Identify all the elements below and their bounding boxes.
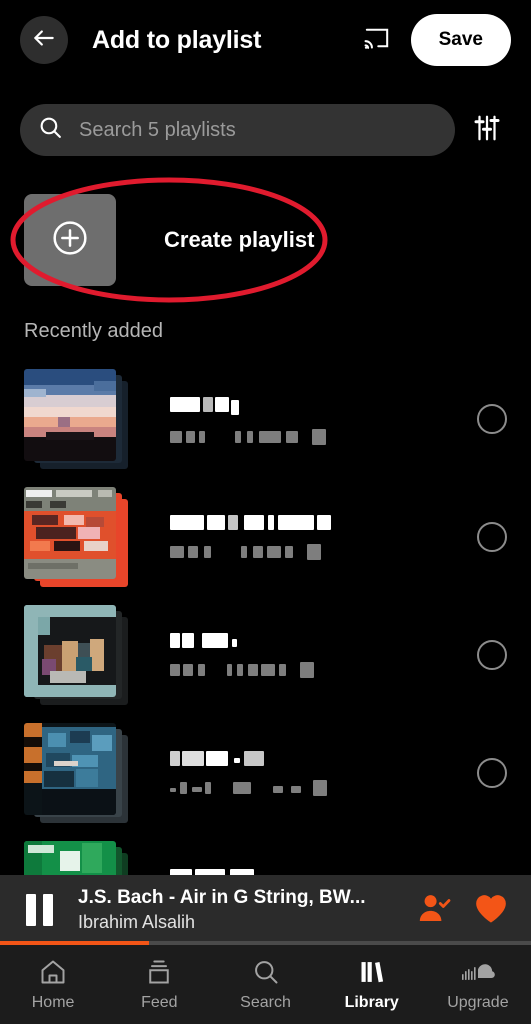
add-to-playlist-screen: Add to playlist Save Search 5 playlists … xyxy=(0,0,531,1024)
arrow-left-icon xyxy=(31,25,57,56)
playlist-title-redacted xyxy=(170,394,477,415)
pause-icon xyxy=(25,894,53,926)
list-item[interactable] xyxy=(0,478,531,596)
player-artist-name: Ibrahim Alsalih xyxy=(78,912,196,932)
section-label-recently-added: Recently added xyxy=(24,320,163,342)
heart-filled-icon xyxy=(473,892,509,929)
back-button[interactable] xyxy=(20,16,68,64)
nav-label-search: Search xyxy=(240,993,291,1011)
bottom-navigation: Home Feed Search Library Upgrade xyxy=(0,945,531,1024)
nav-item-search[interactable]: Search xyxy=(212,945,318,1024)
playlist-text xyxy=(170,514,477,560)
cast-button[interactable] xyxy=(359,22,395,58)
save-button[interactable]: Save xyxy=(410,14,511,66)
search-row xyxy=(0,104,531,156)
player-track-title: J.S. Bach - Air in G String, BW... xyxy=(78,887,366,908)
playlist-subtitle-redacted xyxy=(170,543,477,560)
playlist-select-radio[interactable] xyxy=(477,758,507,788)
filter-button[interactable] xyxy=(463,106,511,154)
follow-artist-button[interactable] xyxy=(417,893,451,928)
home-icon xyxy=(38,958,68,986)
search-icon xyxy=(251,958,281,986)
nav-label-library: Library xyxy=(344,993,399,1011)
app-header: Add to playlist Save xyxy=(0,0,531,80)
plus-circle-icon xyxy=(50,218,90,263)
playlist-text xyxy=(170,750,477,796)
playlist-select-radio[interactable] xyxy=(477,404,507,434)
like-button[interactable] xyxy=(473,892,509,929)
playlist-text xyxy=(170,632,477,678)
pause-button[interactable] xyxy=(22,891,56,929)
search-icon xyxy=(38,115,63,145)
playlist-cover-image xyxy=(24,369,116,461)
mini-player[interactable]: J.S. Bach - Air in G String, BW... Ibrah… xyxy=(0,875,531,945)
nav-label-feed: Feed xyxy=(141,993,178,1011)
list-item[interactable] xyxy=(0,832,531,875)
library-icon xyxy=(357,958,387,986)
cast-icon xyxy=(361,24,393,57)
nav-label-home: Home xyxy=(31,993,75,1011)
create-playlist-tile[interactable] xyxy=(24,194,116,286)
nav-item-feed[interactable]: Feed xyxy=(106,945,212,1024)
playlist-cover-stack xyxy=(24,605,132,705)
playlist-subtitle-redacted xyxy=(170,428,477,445)
create-playlist-label: Create playlist xyxy=(164,227,315,252)
playlist-select-radio[interactable] xyxy=(477,522,507,552)
sliders-filter-icon xyxy=(472,113,502,148)
playlist-title-redacted xyxy=(170,514,477,530)
user-check-icon xyxy=(417,893,451,928)
playlist-list[interactable] xyxy=(0,360,531,875)
list-item[interactable] xyxy=(0,596,531,714)
playlist-select-radio[interactable] xyxy=(477,640,507,670)
playlist-cover-stack xyxy=(24,841,132,875)
playlist-subtitle-redacted xyxy=(170,661,477,678)
playlist-cover-image xyxy=(24,605,116,697)
playlist-cover-stack xyxy=(24,369,132,469)
nav-item-library[interactable]: Library xyxy=(319,945,425,1024)
search-input[interactable] xyxy=(79,118,437,142)
search-box[interactable] xyxy=(20,104,455,156)
list-item[interactable] xyxy=(0,360,531,478)
playlist-subtitle-redacted xyxy=(170,779,477,796)
playlist-cover-image xyxy=(24,723,116,815)
playlist-cover-image xyxy=(24,841,116,875)
nav-item-upgrade[interactable]: Upgrade xyxy=(425,945,531,1024)
playlist-cover-image xyxy=(24,487,116,579)
playlist-cover-stack xyxy=(24,487,132,587)
soundcloud-cloud-icon xyxy=(461,958,495,986)
player-track-info: J.S. Bach - Air in G String, BW... Ibrah… xyxy=(78,887,395,933)
playlist-title-redacted xyxy=(170,750,477,766)
playlist-cover-stack xyxy=(24,723,132,823)
nav-item-home[interactable]: Home xyxy=(0,945,106,1024)
page-title: Add to playlist xyxy=(92,25,262,54)
nav-label-upgrade: Upgrade xyxy=(447,993,509,1011)
playlist-text xyxy=(170,394,477,445)
create-playlist-row[interactable]: Create playlist xyxy=(0,194,531,286)
playlist-title-redacted xyxy=(170,632,477,648)
feed-icon xyxy=(144,958,174,986)
list-item[interactable] xyxy=(0,714,531,832)
